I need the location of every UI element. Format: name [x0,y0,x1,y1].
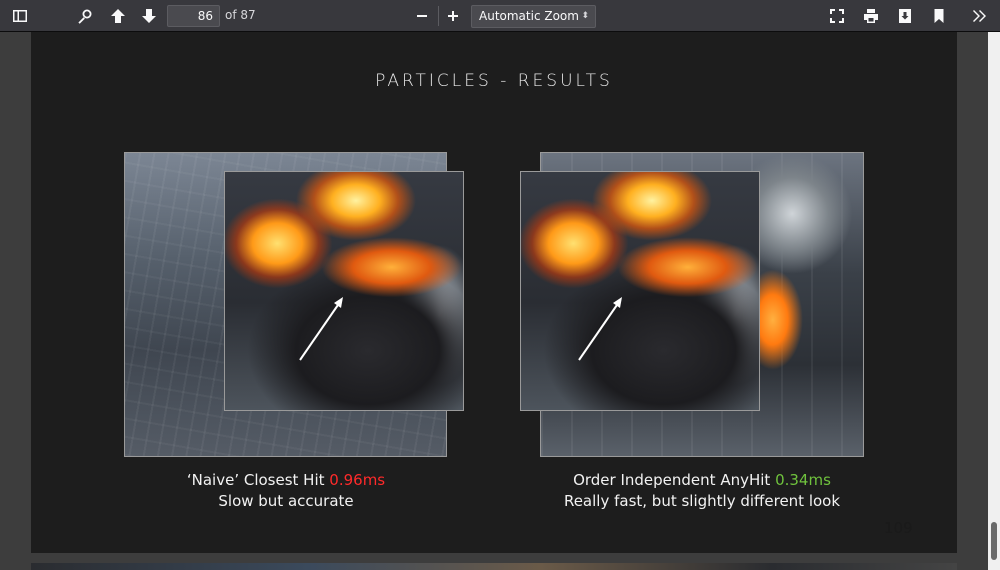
zoom-out-icon[interactable] [410,4,434,28]
anyhit-description: Really fast, but slightly different look [563,492,841,510]
anyhit-caption-line1: Order Independent AnyHit 0.34ms [492,470,912,491]
closest-hit-method-label: ‘Naive’ Closest Hit [186,471,325,489]
closest-hit-description: Slow but accurate [218,492,354,510]
print-icon[interactable] [859,4,883,28]
anyhit-method-label: Order Independent AnyHit [573,471,771,489]
slide-page-number: 109 [884,519,913,537]
sidebar-toggle-icon[interactable] [8,4,32,28]
anyhit-particles-image [520,171,760,411]
presentation-mode-icon[interactable] [825,4,849,28]
zoom-select[interactable]: Automatic Zoom ⬍ [471,5,596,28]
scrollbar-thumb[interactable] [991,522,997,560]
slide-title: PARTICLES - RESULTS [375,71,613,91]
next-pdf-page-preview [31,563,957,570]
tools-menu-icon[interactable] [968,4,992,28]
chevron-updown-icon: ⬍ [581,11,589,21]
page-count-label: of 87 [225,8,256,22]
closest-hit-caption-line1: ‘Naive’ Closest Hit 0.96ms [76,470,496,491]
pdf-toolbar: 86 of 87 Automatic Zoom ⬍ [0,0,1000,32]
arrow-icon [299,297,343,361]
next-page-icon[interactable] [137,4,161,28]
anyhit-caption: Order Independent AnyHit 0.34ms Really f… [492,470,912,512]
closest-hit-timing-value: 0.96ms [329,471,386,489]
zoom-in-icon[interactable] [441,4,465,28]
download-icon[interactable] [893,4,917,28]
zoom-select-value: Automatic Zoom [479,9,579,23]
anyhit-timing-value: 0.34ms [775,471,831,489]
vertical-scrollbar[interactable] [988,32,1000,570]
previous-page-icon[interactable] [106,4,130,28]
closest-hit-caption: ‘Naive’ Closest Hit 0.96ms Slow but accu… [76,470,496,512]
search-icon[interactable] [73,4,97,28]
zoom-divider [438,6,439,26]
arrow-icon [578,297,622,361]
bookmark-icon[interactable] [927,4,951,28]
pdf-page: PARTICLES - RESULTS ‘Naive’ Closest Hit … [31,32,957,553]
page-number-input[interactable]: 86 [167,5,220,27]
closest-hit-particles-image [224,171,464,411]
